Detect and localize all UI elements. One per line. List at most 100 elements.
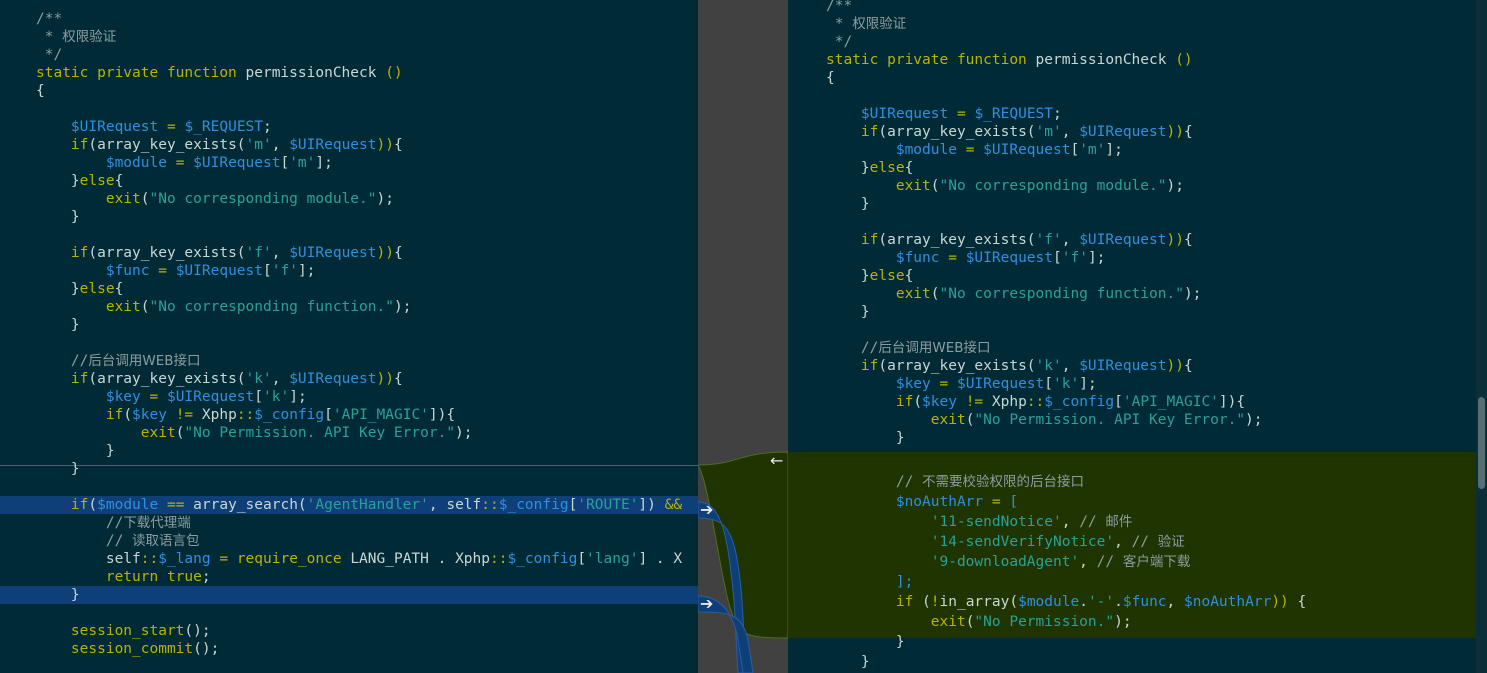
right-editor-pane[interactable]: /** * 权限验证 */static private function per…: [788, 0, 1476, 673]
arrow-right-icon[interactable]: ➔: [700, 502, 713, 518]
code-line[interactable]: [0, 478, 698, 496]
code-line[interactable]: if(array_key_exists('k', $UIRequest)){: [0, 370, 698, 388]
code-token: /**: [36, 11, 63, 27]
arrow-left-icon[interactable]: ←: [770, 453, 783, 469]
code-line[interactable]: }: [788, 429, 1476, 447]
code-line[interactable]: [0, 334, 698, 352]
code-line[interactable]: exit("No corresponding function.");: [788, 285, 1476, 303]
code-line[interactable]: $func = $UIRequest['f'];: [0, 262, 698, 280]
code-line[interactable]: $func = $UIRequest['f'];: [788, 249, 1476, 267]
code-token: ,: [1061, 358, 1080, 374]
code-line[interactable]: if(array_key_exists('f', $UIRequest)){: [788, 231, 1476, 249]
code-line[interactable]: ];: [788, 573, 1476, 591]
code-line[interactable]: */: [0, 46, 698, 64]
vertical-scrollbar[interactable]: [1476, 0, 1487, 673]
code-line[interactable]: exit("No Permission. API Key Error.");: [788, 411, 1476, 429]
code-line[interactable]: }else{: [788, 267, 1476, 285]
code-token: =: [948, 250, 957, 266]
code-line[interactable]: static private function permissionCheck …: [788, 51, 1476, 69]
code-line[interactable]: $key = $UIRequest['k'];: [788, 375, 1476, 393]
code-token: [: [324, 407, 333, 423]
code-line[interactable]: [0, 226, 698, 244]
code-line[interactable]: [0, 604, 698, 622]
code-line[interactable]: exit("No Permission.");: [788, 613, 1476, 631]
code-line[interactable]: [788, 213, 1476, 231]
arrow-right-icon[interactable]: ➔: [700, 596, 713, 612]
code-line[interactable]: if(array_key_exists('k', $UIRequest)){: [788, 357, 1476, 375]
code-line[interactable]: * 权限验证: [0, 28, 698, 46]
code-line[interactable]: [788, 87, 1476, 105]
code-line[interactable]: //后台调用WEB接口: [0, 352, 698, 370]
code-token: ,: [1079, 554, 1097, 570]
code-token: $key: [895, 376, 931, 392]
code-line[interactable]: exit("No Permission. API Key Error.");: [0, 424, 698, 442]
code-line[interactable]: }: [0, 442, 698, 460]
code-line[interactable]: if($key != Xphp::$_config['API_MAGIC']){: [788, 393, 1476, 411]
code-line[interactable]: $key = $UIRequest['k'];: [0, 388, 698, 406]
code-line[interactable]: /**: [0, 10, 698, 28]
code-line[interactable]: /**: [788, 0, 1476, 15]
code-token: (: [140, 191, 150, 207]
code-line[interactable]: //后台调用WEB接口: [788, 339, 1476, 357]
code-line[interactable]: [788, 321, 1476, 339]
code-line[interactable]: return true;: [0, 568, 698, 586]
code-line[interactable]: }: [788, 633, 1476, 651]
code-line[interactable]: if(array_key_exists('m', $UIRequest)){: [788, 123, 1476, 141]
code-line[interactable]: '9-downloadAgent', // 客户端下载: [788, 553, 1476, 571]
code-line[interactable]: }: [0, 460, 698, 478]
code-line[interactable]: if(array_key_exists('f', $UIRequest)){: [0, 244, 698, 262]
code-token: '9-downloadAgent': [930, 554, 1080, 570]
code-line[interactable]: $UIRequest = $_REQUEST;: [788, 105, 1476, 123]
code-line[interactable]: }: [0, 316, 698, 334]
code-line[interactable]: }: [788, 195, 1476, 213]
code-token: (: [913, 594, 931, 610]
code-line[interactable]: if($key != Xphp::$_config['API_MAGIC']){: [0, 406, 698, 424]
code-line[interactable]: exit("No corresponding function.");: [0, 298, 698, 316]
code-line[interactable]: exit("No corresponding module.");: [788, 177, 1476, 195]
code-line[interactable]: session_commit();: [0, 640, 698, 658]
code-token: [: [568, 497, 578, 513]
left-editor-pane[interactable]: /** * 权限验证 */static private function per…: [0, 0, 698, 673]
code-line[interactable]: }else{: [788, 159, 1476, 177]
code-line[interactable]: {: [0, 82, 698, 100]
code-line[interactable]: [0, 100, 698, 118]
code-token: (array_key_exists(: [878, 358, 1036, 374]
scrollbar-thumb[interactable]: [1478, 397, 1485, 489]
code-line[interactable]: if(array_key_exists('m', $UIRequest)){: [0, 136, 698, 154]
code-line[interactable]: if($module == array_search('AgentHandler…: [0, 496, 698, 514]
code-line[interactable]: * 权限验证: [788, 15, 1476, 33]
code-token: (): [385, 65, 403, 81]
code-line[interactable]: }: [788, 303, 1476, 321]
code-line[interactable]: }: [0, 208, 698, 226]
code-line[interactable]: $noAuthArr = [: [788, 493, 1476, 511]
code-line[interactable]: // 不需要校验权限的后台接口: [788, 473, 1476, 491]
code-token: *: [826, 16, 853, 32]
code-line[interactable]: self::$_lang = require_once LANG_PATH . …: [0, 550, 698, 568]
code-line[interactable]: }: [0, 586, 698, 604]
code-line[interactable]: static private function permissionCheck …: [0, 64, 698, 82]
code-line[interactable]: //下载代理端: [0, 514, 698, 532]
code-token: 'f': [271, 263, 298, 279]
code-line[interactable]: {: [788, 69, 1476, 87]
code-line[interactable]: $UIRequest = $_REQUEST;: [0, 118, 698, 136]
code-line[interactable]: exit("No corresponding module.");: [0, 190, 698, 208]
code-line[interactable]: if (!in_array($module.'-'.$func, $noAuth…: [788, 593, 1476, 611]
code-token: 下载代理端: [123, 515, 191, 531]
code-token: 'f': [245, 245, 272, 261]
code-line[interactable]: // 读取语言包: [0, 532, 698, 550]
code-line[interactable]: }else{: [0, 172, 698, 190]
code-line[interactable]: $module = $UIRequest['m'];: [0, 154, 698, 172]
code-line[interactable]: $module = $UIRequest['m'];: [788, 141, 1476, 159]
code-line[interactable]: '14-sendVerifyNotice', // 验证: [788, 533, 1476, 551]
code-line[interactable]: '11-sendNotice', // 邮件: [788, 513, 1476, 531]
code-line[interactable]: */: [788, 33, 1476, 51]
code-line[interactable]: [788, 447, 1476, 465]
code-line[interactable]: }else{: [0, 280, 698, 298]
code-line[interactable]: session_start();: [0, 622, 698, 640]
code-line[interactable]: }: [788, 653, 1476, 671]
